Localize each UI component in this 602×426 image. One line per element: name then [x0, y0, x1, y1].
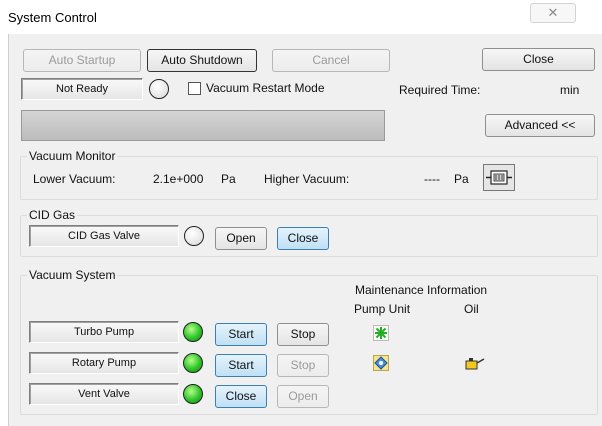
higher-vacuum-label: Higher Vacuum:	[264, 172, 350, 186]
required-time-unit: min	[560, 83, 580, 97]
rotary-pump-start-button[interactable]: Start	[215, 354, 267, 377]
vent-valve-lamp	[183, 384, 203, 404]
dialog-body: Auto Startup Auto Shutdown Cancel Close …	[8, 34, 602, 426]
cid-gas-close-button[interactable]: Close	[277, 227, 329, 250]
rotary-pump-lamp	[183, 353, 203, 373]
cid-gas-open-button[interactable]: Open	[215, 227, 267, 250]
required-time-label: Required Time:	[399, 83, 481, 97]
auto-shutdown-button[interactable]: Auto Shutdown	[147, 49, 257, 72]
oil-can-icon	[463, 355, 485, 371]
vacuum-restart-label: Vacuum Restart Mode	[206, 81, 325, 95]
maintenance-info-title: Maintenance Information	[355, 283, 488, 297]
vent-valve-open-button[interactable]: Open	[277, 385, 329, 408]
advanced-button[interactable]: Advanced <<	[485, 114, 595, 137]
pump-unit-header: Pump Unit	[354, 302, 411, 316]
close-button[interactable]: Close	[482, 48, 595, 71]
higher-vacuum-unit: Pa	[454, 172, 469, 186]
blue-diamond-icon	[373, 355, 389, 371]
vent-valve-display: Vent Valve	[29, 383, 179, 405]
lower-vacuum-label: Lower Vacuum:	[33, 172, 116, 186]
cid-gas-title: CID Gas	[27, 208, 78, 222]
oil-header: Oil	[464, 302, 479, 316]
lower-vacuum-unit: Pa	[221, 172, 236, 186]
window-close-button[interactable]: ✕	[530, 3, 576, 23]
system-status-display: Not Ready	[21, 78, 143, 100]
cid-gas-valve-lamp	[184, 226, 204, 246]
window-title: System Control	[8, 10, 97, 25]
title-bar: System Control ✕	[0, 0, 602, 34]
vacuum-gauge-icon[interactable]	[483, 164, 515, 191]
cancel-button[interactable]: Cancel	[272, 49, 390, 72]
higher-vacuum-value: ----	[424, 172, 440, 186]
green-star-icon	[373, 325, 389, 341]
turbo-pump-display: Turbo Pump	[29, 321, 179, 343]
vacuum-restart-checkbox[interactable]	[188, 82, 201, 95]
rotary-pump-stop-button[interactable]: Stop	[277, 354, 329, 377]
turbo-pump-start-button[interactable]: Start	[215, 323, 267, 346]
lower-vacuum-value: 2.1e+000	[153, 172, 204, 186]
progress-bar	[21, 110, 385, 141]
rotary-pump-display: Rotary Pump	[29, 352, 179, 374]
turbo-pump-stop-button[interactable]: Stop	[277, 323, 329, 346]
cid-gas-valve-display: CID Gas Valve	[29, 225, 179, 247]
auto-startup-button[interactable]: Auto Startup	[23, 49, 141, 72]
status-lamp	[149, 79, 169, 99]
turbo-pump-lamp	[183, 322, 203, 342]
vacuum-system-title: Vacuum System	[27, 268, 118, 282]
vacuum-monitor-title: Vacuum Monitor	[27, 149, 118, 163]
vent-valve-close-button[interactable]: Close	[215, 385, 267, 408]
